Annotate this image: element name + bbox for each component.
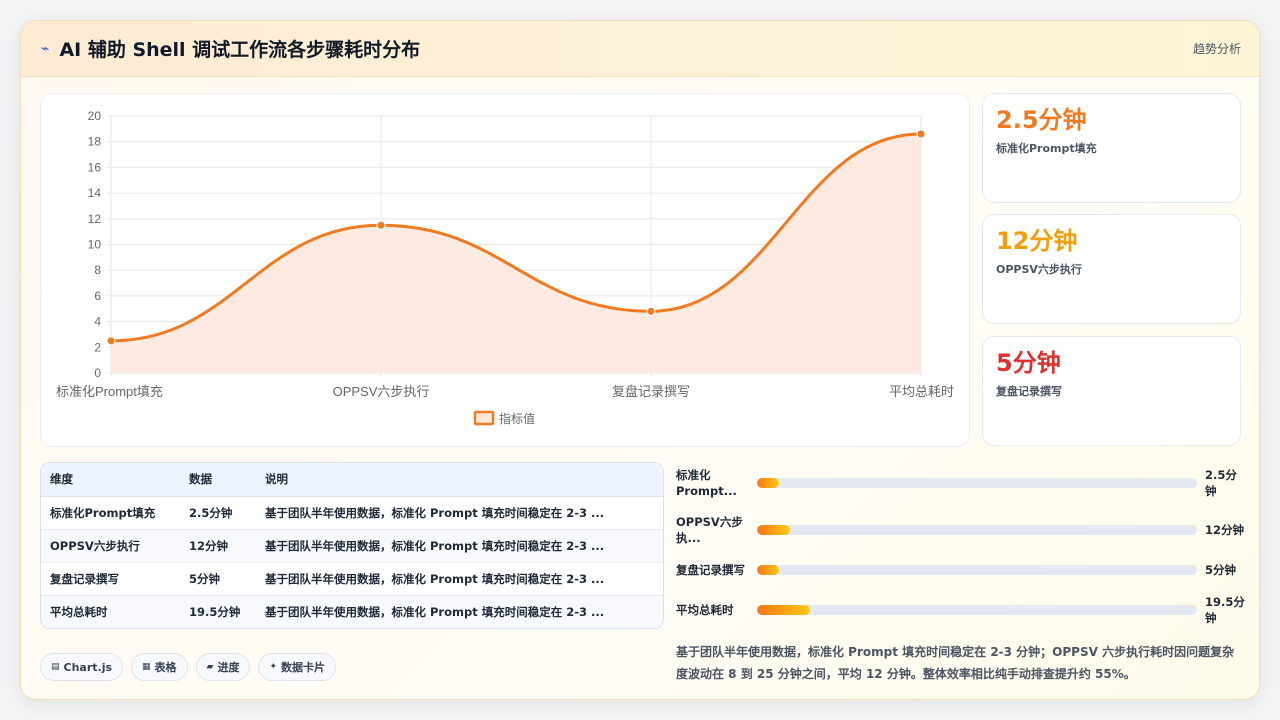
series-area: [111, 133, 921, 373]
tag-label: 表格: [154, 661, 177, 674]
tag-progress[interactable]: ▰ 进度: [195, 653, 251, 681]
stat-label: 复盘记录撰写: [996, 385, 1062, 398]
progress-label: 标准化Prompt...: [676, 468, 737, 498]
trend-analysis-link[interactable]: 趋势分析: [1193, 40, 1241, 57]
y-tick-label: 6: [94, 289, 101, 303]
progress-track: [757, 525, 1197, 535]
x-tick-label: OPPSV六步执行: [333, 384, 430, 399]
progress-icon: ▰: [206, 662, 214, 672]
data-point: [916, 129, 926, 139]
stat-label: OPPSV六步执行: [996, 263, 1082, 276]
progress-label: 平均总耗时: [676, 603, 734, 617]
column-header-dimension: 维度: [41, 463, 180, 497]
y-tick-label: 16: [88, 160, 102, 174]
table-cell: 12分钟: [180, 529, 256, 563]
table-row: 标准化Prompt填充 2.5分钟 基于团队半年使用数据，标准化 Prompt …: [41, 496, 663, 530]
tag-bar: ▤ Chart.js ▦ 表格 ▰ 进度 ✦ 数据卡片: [40, 653, 337, 681]
stat-card-prompt: 2.5分钟 标准化Prompt填充: [982, 93, 1241, 203]
progress-row-review: 复盘记录撰写 5分钟: [676, 550, 1246, 590]
stat-label: 标准化Prompt填充: [996, 142, 1097, 155]
table-cell: OPPSV六步执行: [41, 529, 180, 563]
table-cell: 基于团队半年使用数据，标准化 Prompt 填充时间稳定在 2-3 ...: [256, 496, 663, 530]
tag-chartjs[interactable]: ▤ Chart.js: [40, 653, 124, 681]
table-cell: 标准化Prompt填充: [41, 496, 180, 530]
page-title: AI 辅助 Shell 调试工作流各步骤耗时分布: [59, 39, 421, 61]
x-tick-label: 标准化Prompt填充: [56, 384, 163, 399]
table-row: 平均总耗时 19.5分钟 基于团队半年使用数据，标准化 Prompt 填充时间稳…: [41, 595, 663, 628]
y-tick-label: 14: [88, 186, 102, 200]
tag-table[interactable]: ▦ 表格: [131, 653, 188, 681]
progress-fill: [757, 605, 810, 615]
table-row: OPPSV六步执行 12分钟 基于团队半年使用数据，标准化 Prompt 填充时…: [41, 529, 663, 563]
stat-card-review: 5分钟 复盘记录撰写: [982, 336, 1241, 446]
table-cell: 基于团队半年使用数据，标准化 Prompt 填充时间稳定在 2-3 ...: [256, 562, 663, 596]
data-point: [106, 336, 116, 346]
y-tick-label: 8: [94, 263, 101, 277]
y-tick-label: 12: [88, 212, 102, 226]
stat-value: 2.5分钟: [996, 106, 1087, 134]
progress-row-total: 平均总耗时 19.5分钟: [676, 590, 1246, 630]
tag-label: 进度: [217, 661, 240, 674]
header: ⌁ AI 辅助 Shell 调试工作流各步骤耗时分布 趋势分析: [21, 21, 1259, 77]
table-cell: 基于团队半年使用数据，标准化 Prompt 填充时间稳定在 2-3 ...: [256, 595, 663, 628]
stat-value: 12分钟: [996, 227, 1078, 255]
tag-label: 数据卡片: [281, 661, 326, 674]
dashboard-card: ⌁ AI 辅助 Shell 调试工作流各步骤耗时分布 趋势分析 0 2 4 6 8 10 1…: [20, 20, 1260, 700]
progress-row-prompt: 标准化Prompt... 2.5分钟: [676, 463, 1246, 503]
y-tick-label: 2: [94, 340, 101, 354]
table-cell: 2.5分钟: [180, 496, 256, 530]
progress-track: [757, 478, 1197, 488]
progress-fill: [757, 478, 779, 488]
legend-swatch: [473, 410, 495, 426]
x-tick-label: 平均总耗时: [889, 384, 954, 399]
stat-card-oppsv: 12分钟 OPPSV六步执行: [982, 214, 1241, 324]
pulse-icon: ⌁: [41, 40, 50, 57]
progress-value: 5分钟: [1205, 563, 1237, 577]
data-table: 维度 数据 说明 标准化Prompt填充 2.5分钟 基于团队半年使用数据，标准…: [41, 463, 663, 628]
y-tick-label: 10: [88, 238, 102, 252]
progress-label: OPPSV六步执...: [676, 515, 743, 545]
summary-note: 基于团队半年使用数据，标准化 Prompt 填充时间稳定在 2-3 分钟；OPP…: [676, 645, 1235, 681]
line-chart-card: 0 2 4 6 8 10 12 14 16 18 20 标准化Prompt填充 OPPSV六步执行 复盘记…: [40, 93, 970, 447]
y-tick-label: 18: [88, 135, 102, 149]
data-point: [646, 306, 656, 316]
progress-row-oppsv: OPPSV六步执... 12分钟: [676, 510, 1246, 550]
x-tick-label: 复盘记录撰写: [612, 384, 690, 399]
data-point: [376, 220, 386, 230]
progress-value: 19.5分钟: [1205, 595, 1245, 625]
table-cell: 19.5分钟: [180, 595, 256, 628]
table-cell: 基于团队半年使用数据，标准化 Prompt 填充时间稳定在 2-3 ...: [256, 529, 663, 563]
table-icon: ▦: [142, 662, 151, 672]
y-tick-label: 0: [94, 366, 101, 380]
table-cell: 5分钟: [180, 562, 256, 596]
table-cell: 复盘记录撰写: [41, 562, 180, 596]
progress-fill: [757, 565, 779, 575]
legend-label: 指标值: [499, 411, 535, 426]
data-table-card: 维度 数据 说明 标准化Prompt填充 2.5分钟 基于团队半年使用数据，标准…: [40, 462, 664, 629]
table-row: 复盘记录撰写 5分钟 基于团队半年使用数据，标准化 Prompt 填充时间稳定在…: [41, 562, 663, 596]
line-chart: 0 2 4 6 8 10 12 14 16 18 20 标准化Prompt填充 OPPSV六步执行 复盘记…: [56, 109, 954, 426]
tag-label: Chart.js: [63, 660, 113, 674]
progress-value: 2.5分钟: [1205, 468, 1237, 498]
progress-track: [757, 605, 1197, 615]
y-tick-label: 4: [94, 315, 101, 329]
progress-track: [757, 565, 1197, 575]
y-tick-label: 20: [88, 109, 102, 123]
stat-value: 5分钟: [996, 349, 1061, 377]
progress-value: 12分钟: [1205, 523, 1245, 537]
progress-label: 复盘记录撰写: [676, 563, 745, 577]
column-header-data: 数据: [180, 463, 256, 497]
column-header-description: 说明: [256, 463, 663, 497]
table-cell: 平均总耗时: [41, 595, 180, 628]
progress-fill: [757, 525, 790, 535]
sparkle-icon: ✦: [269, 662, 278, 672]
tag-data-card[interactable]: ✦ 数据卡片: [258, 653, 337, 681]
chart-icon: ▤: [51, 662, 60, 672]
